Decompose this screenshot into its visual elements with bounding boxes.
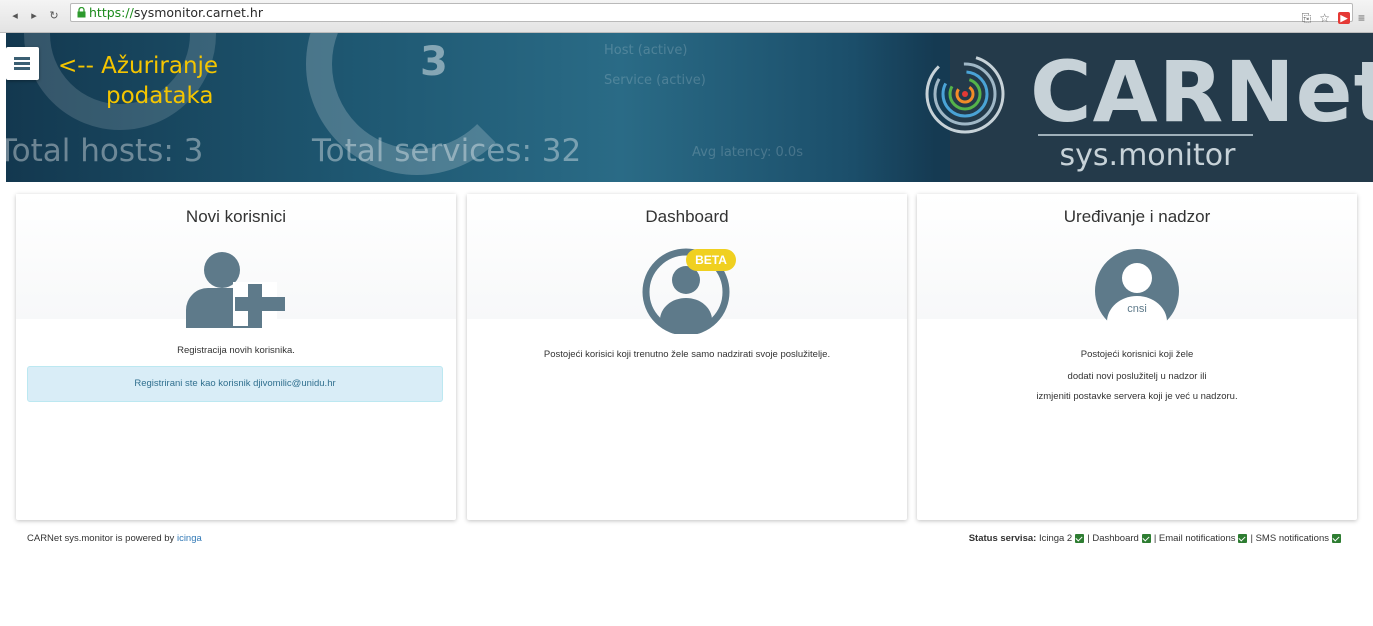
check-icon [1238,534,1248,543]
card-description-line: Postojeći korisnici koji žele [1080,349,1194,360]
back-icon[interactable]: ◂ [8,9,22,23]
bookmark-star-icon[interactable]: ☆ [1319,11,1330,25]
background-total-services: Total services: 32 [312,133,582,169]
url-text: https://sysmonitor.carnet.hr [89,5,263,20]
card-description-line: izmjeniti postavke servera koji je već u… [1036,391,1238,402]
status-label: Status servisa: [968,533,1037,544]
logo-divider [1038,134,1253,136]
card-dashboard[interactable]: Dashboard BETA Postojeći korisici koji t… [467,194,907,520]
browser-toolbar: ◂ ▸ ↻ https://sysmonitor.carnet.hr ⎘ ☆ ▶… [0,0,1373,33]
card-title: Novi korisnici [185,207,287,226]
background-host-active: Host (active) [604,43,688,58]
card-edit-monitor[interactable]: Uređivanje i nadzor cnsi Postojeći koris… [917,194,1357,520]
background-total-hosts: Total hosts: 3 [6,133,204,169]
menu-toggle-button[interactable] [6,47,39,80]
browser-menu-icon[interactable]: ≡ [1358,11,1365,25]
status-dashboard: Dashboard [1092,533,1139,544]
card-title: Uređivanje i nadzor [1063,207,1211,226]
background-latency: Avg latency: 0.0s [692,145,803,160]
address-bar[interactable]: https://sysmonitor.carnet.hr [70,3,1353,22]
update-note: <-- Ažuriranje podataka [58,53,219,109]
carnet-logo-text: CARNet [1030,43,1373,141]
carnet-swirl-icon [925,54,1005,134]
reload-icon[interactable]: ↻ [47,9,61,23]
check-icon [1332,534,1341,543]
status-sms: SMS notifications [1255,533,1329,544]
add-user-icon [186,252,285,328]
service-status: Status servisa: Icinga 2 | Dashboard | Ema… [969,533,1344,544]
card-title: Dashboard [645,207,729,226]
card-description-line: dodati novi poslužitelj u nadzor ili [1067,371,1207,382]
translate-icon[interactable]: ⎘ [1302,11,1312,26]
avatar-label: cnsi [1127,303,1147,315]
registered-alert: Registrirani ste kao korisnik djivomilic… [27,366,443,402]
card-description: Registracija novih korisnika. [177,345,295,356]
card-description: Postojeći korisici koji trenutno žele sa… [543,349,831,360]
icinga-link[interactable]: icinga [177,533,202,544]
check-icon [1075,534,1085,543]
card-new-users[interactable]: Novi korisnici Registracija novih korisn… [16,194,456,520]
extension-icon[interactable]: ▶ [1337,12,1350,24]
lock-icon [77,7,86,18]
header-banner: 3 Total hosts: 3 Total services: 32 Host… [6,33,1373,182]
check-icon [1141,534,1151,543]
status-email: Email notifications [1158,533,1236,544]
logo-subtitle: sys.monitor [1059,138,1236,173]
forward-icon[interactable]: ▸ [27,9,41,23]
beta-badge: BETA [686,249,736,271]
background-service-active: Service (active) [604,73,706,88]
status-icinga: Icinga 2 [1038,533,1073,544]
browser-actions: ⎘ ☆ ▶ ≡ [1302,11,1365,26]
footer-powered: CARNet sys.monitor is powered by icinga [27,533,202,544]
background-stat-number: 3 [420,39,448,85]
cnsi-user-icon [1095,249,1179,334]
